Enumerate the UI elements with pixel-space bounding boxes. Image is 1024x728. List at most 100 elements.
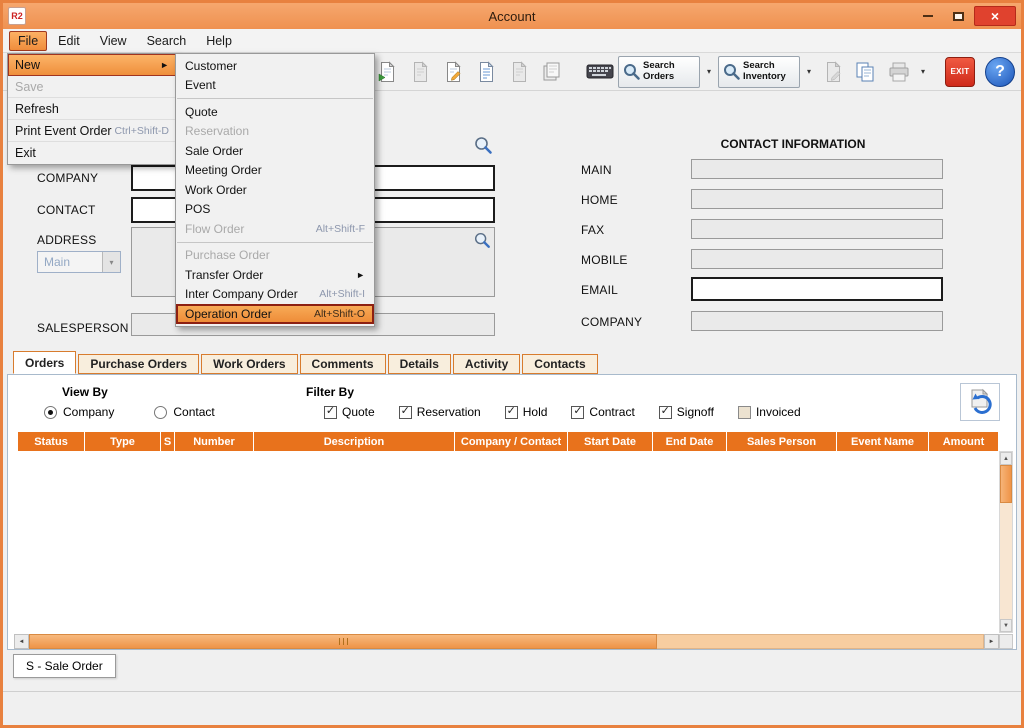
column-end-date[interactable]: End Date: [653, 432, 727, 451]
submenu-item-reservation: Reservation: [176, 122, 374, 142]
horizontal-scroll-track[interactable]: [657, 634, 984, 649]
filter-checkbox-signoff[interactable]: ✓ Signoff: [659, 405, 714, 419]
exit-button[interactable]: EXIT: [945, 57, 975, 87]
menu-file[interactable]: File: [9, 31, 47, 51]
submenu-item-operation-order[interactable]: Operation Order Alt+Shift-O: [176, 304, 374, 324]
submenu-arrow-icon: ►: [160, 60, 169, 70]
shortcut-label: Alt+Shift-I: [319, 288, 365, 300]
document-edit-button[interactable]: [438, 57, 468, 87]
submenu-item-quote[interactable]: Quote: [176, 102, 374, 122]
menu-view[interactable]: View: [91, 31, 136, 51]
column-number[interactable]: Number: [175, 432, 254, 451]
pos-keyboard-button[interactable]: [585, 57, 615, 87]
email-input[interactable]: [691, 277, 943, 301]
up-arrow-icon: ▲: [1003, 456, 1009, 462]
search-orders-dropdown[interactable]: ▾: [703, 58, 715, 86]
tab-activity[interactable]: Activity: [453, 354, 520, 374]
right-arrow-icon: ►: [989, 639, 995, 645]
tab-purchase-orders[interactable]: Purchase Orders: [78, 354, 199, 374]
vertical-scroll-track[interactable]: [1000, 465, 1012, 619]
file-menu-item-new[interactable]: New ►: [8, 54, 176, 76]
address-type-select[interactable]: Main ▾: [37, 251, 121, 273]
menu-edit[interactable]: Edit: [49, 31, 89, 51]
main-phone-label: MAIN: [581, 163, 612, 177]
menu-help[interactable]: Help: [197, 31, 241, 51]
column-type[interactable]: Type: [85, 432, 161, 451]
column-start-date[interactable]: Start Date: [568, 432, 653, 451]
tab-contacts[interactable]: Contacts: [522, 354, 597, 374]
search-orders-button[interactable]: Search Orders: [618, 56, 700, 88]
submenu-item-customer[interactable]: Customer: [176, 56, 374, 76]
scroll-down-button[interactable]: ▼: [1000, 619, 1012, 632]
filter-checkbox-quote[interactable]: ✓ Quote: [324, 405, 375, 419]
submenu-item-event[interactable]: Event: [176, 76, 374, 96]
company-search-icon[interactable]: [473, 135, 493, 155]
file-menu-item-print-event-order[interactable]: Print Event Order Ctrl+Shift-D: [8, 120, 176, 142]
orders-panel: View By Company Contact Filter By ✓ Quot…: [7, 374, 1017, 650]
tab-comments[interactable]: Comments: [300, 354, 386, 374]
column-status[interactable]: Status: [18, 432, 85, 451]
submenu-item-meeting-order[interactable]: Meeting Order: [176, 161, 374, 181]
search-inventory-button[interactable]: Search Inventory: [718, 56, 800, 88]
column-company-contact[interactable]: Company / Contact: [455, 432, 568, 451]
scroll-left-button[interactable]: ◄: [14, 634, 29, 649]
document-icon-disabled: [509, 61, 529, 83]
column-event-name[interactable]: Event Name: [837, 432, 929, 451]
documents-stack-button: [537, 57, 567, 87]
submenu-item-work-order[interactable]: Work Order: [176, 180, 374, 200]
search-inventory-dropdown[interactable]: ▾: [803, 58, 815, 86]
view-by-radios: Company Contact: [44, 405, 215, 419]
filter-checkbox-contract[interactable]: ✓ Contract: [571, 405, 634, 419]
submenu-item-sale-order[interactable]: Sale Order: [176, 141, 374, 161]
help-button[interactable]: ?: [985, 57, 1015, 87]
copy-icon: [855, 61, 877, 83]
filter-checkbox-invoiced[interactable]: Invoiced: [738, 405, 801, 419]
document-import-button[interactable]: [372, 57, 402, 87]
file-menu-item-refresh[interactable]: Refresh: [8, 98, 176, 120]
horizontal-scroll-thumb[interactable]: [29, 634, 657, 649]
address-search-icon[interactable]: [473, 231, 491, 249]
app-icon: R2: [8, 7, 26, 25]
menu-search[interactable]: Search: [138, 31, 196, 51]
view-by-contact-radio[interactable]: Contact: [154, 405, 214, 419]
menu-bar: File Edit View Search Help: [3, 29, 1021, 53]
refresh-results-button[interactable]: [960, 383, 1000, 421]
filter-by-label: Filter By: [306, 385, 354, 399]
left-arrow-icon: ◄: [19, 639, 25, 645]
document-new-button[interactable]: [471, 57, 501, 87]
new-submenu: Customer Event Quote Reservation Sale Or…: [175, 53, 375, 327]
maximize-button[interactable]: [944, 6, 972, 26]
horizontal-scrollbar[interactable]: ◄ ►: [14, 634, 999, 649]
submenu-item-pos[interactable]: POS: [176, 200, 374, 220]
column-s[interactable]: S: [161, 432, 175, 451]
copy-button[interactable]: [851, 57, 881, 87]
radio-unselected-icon: [154, 406, 167, 419]
column-amount[interactable]: Amount: [929, 432, 998, 451]
vertical-scroll-thumb[interactable]: [1000, 465, 1012, 503]
filter-checkbox-reservation[interactable]: ✓ Reservation: [399, 405, 481, 419]
submenu-item-inter-company-order[interactable]: Inter Company Order Alt+Shift-I: [176, 285, 374, 305]
column-sales-person[interactable]: Sales Person: [727, 432, 837, 451]
filter-checkbox-hold[interactable]: ✓ Hold: [505, 405, 548, 419]
vertical-scrollbar[interactable]: ▲ ▼: [999, 451, 1013, 633]
tab-details[interactable]: Details: [388, 354, 451, 374]
submenu-item-transfer-order[interactable]: Transfer Order ►: [176, 265, 374, 285]
tab-orders[interactable]: Orders: [13, 351, 76, 374]
scroll-right-button[interactable]: ►: [984, 634, 999, 649]
close-button[interactable]: ×: [974, 6, 1016, 26]
document-icon-blue: [476, 61, 496, 83]
submenu-arrow-icon: ►: [356, 270, 365, 280]
address-label: ADDRESS: [37, 233, 96, 247]
tab-work-orders[interactable]: Work Orders: [201, 354, 297, 374]
minimize-button[interactable]: [914, 6, 942, 26]
dropdown-arrow-icon: ▾: [807, 67, 811, 76]
tab-bar: Orders Purchase Orders Work Orders Comme…: [3, 351, 1021, 374]
file-menu-item-exit[interactable]: Exit: [8, 142, 176, 164]
column-description[interactable]: Description: [254, 432, 455, 451]
mobile-input: [691, 249, 943, 269]
view-by-company-radio[interactable]: Company: [44, 405, 114, 419]
dropdown-arrow-icon: ▾: [921, 67, 925, 76]
print-dropdown[interactable]: ▾: [917, 58, 929, 86]
scroll-up-button[interactable]: ▲: [1000, 452, 1012, 465]
file-menu-item-save: Save: [8, 76, 176, 98]
